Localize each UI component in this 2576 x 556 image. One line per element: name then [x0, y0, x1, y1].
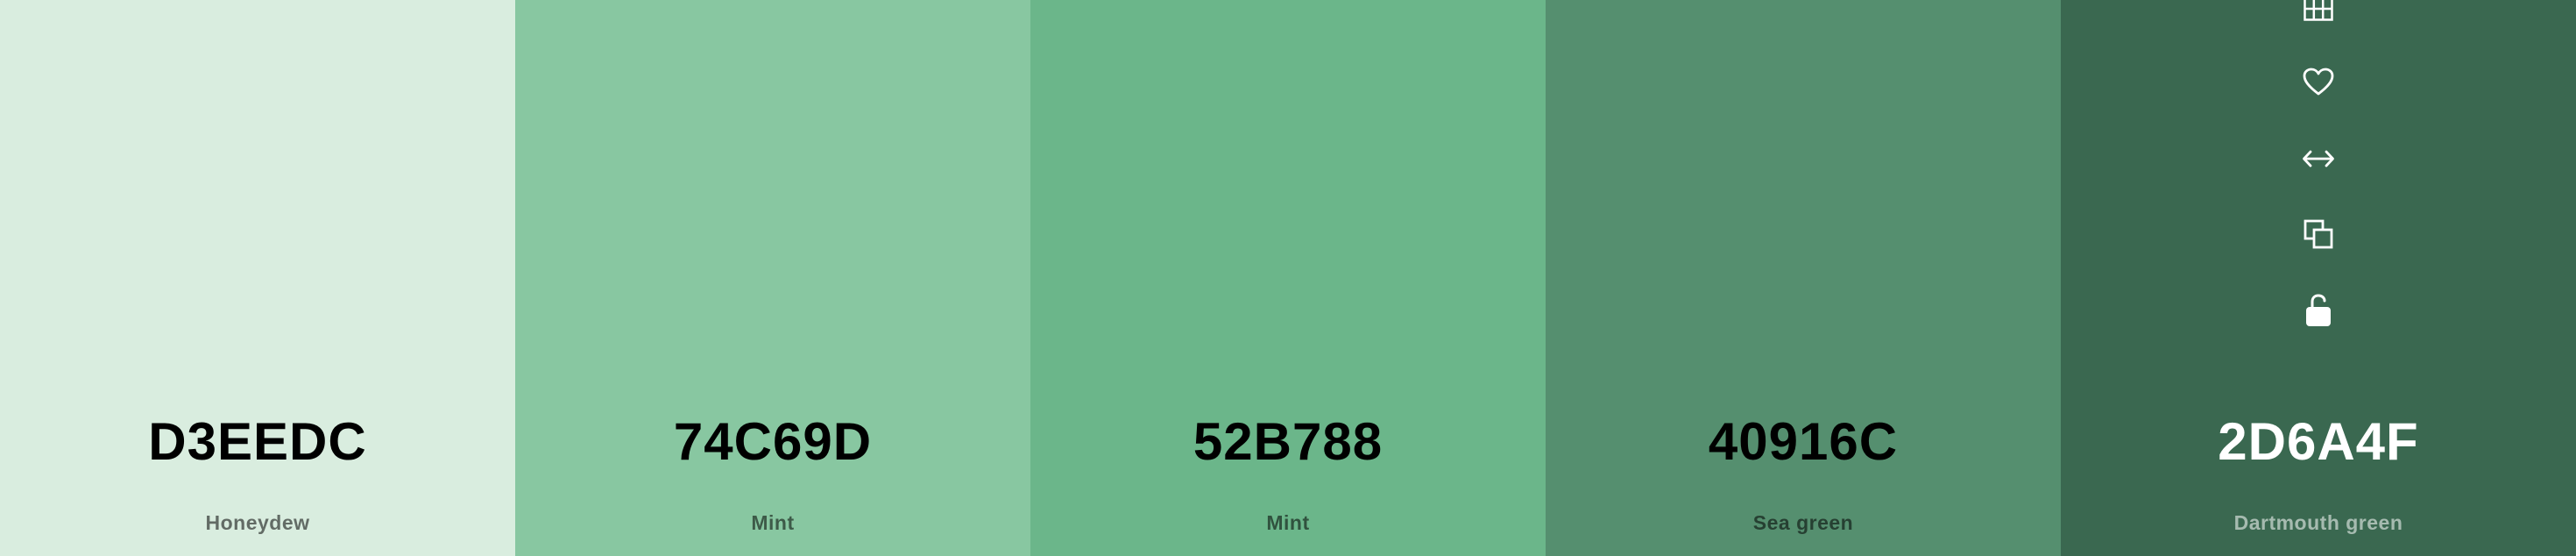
hex-code[interactable]: 40916C [1546, 410, 2061, 474]
hex-code[interactable]: 52B788 [1030, 410, 1546, 474]
swatch-mint[interactable]: 52B788 Mint [1030, 0, 1546, 556]
color-palette: D3EEDC Honeydew 74C69D Mint 52B788 Mint … [0, 0, 2576, 556]
swatch-honeydew[interactable]: D3EEDC Honeydew [0, 0, 515, 556]
grid-icon[interactable] [2292, 0, 2345, 35]
copy-icon[interactable] [2292, 208, 2345, 260]
hex-code[interactable]: 74C69D [515, 410, 1030, 474]
swatch-sea-green[interactable]: 40916C Sea green [1546, 0, 2061, 556]
color-name: Honeydew [205, 511, 310, 534]
heart-icon[interactable] [2292, 55, 2345, 108]
hex-code[interactable]: 2D6A4F [2061, 410, 2576, 474]
color-name: Dartmouth green [2233, 511, 2403, 534]
lock-open-icon[interactable] [2292, 284, 2345, 337]
color-name: Sea green [1752, 511, 1854, 534]
arrows-horizontal-icon[interactable] [2292, 132, 2345, 185]
color-name: Mint [751, 511, 795, 534]
swatch-mint-light[interactable]: 74C69D Mint [515, 0, 1030, 556]
swatch-dartmouth-green[interactable]: 2D6A4F Dartmouth green [2061, 0, 2576, 556]
hex-code[interactable]: D3EEDC [0, 410, 515, 474]
color-name: Mint [1266, 511, 1310, 534]
